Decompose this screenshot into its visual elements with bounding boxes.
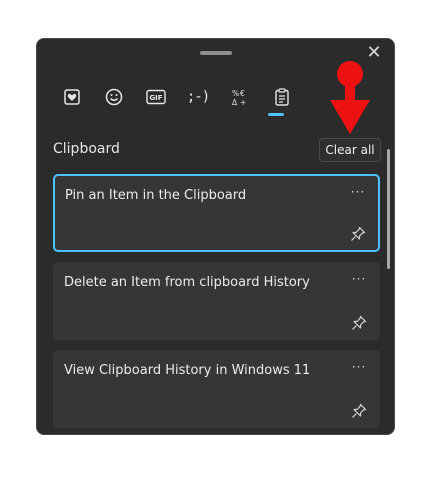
- pin-icon[interactable]: [351, 403, 367, 419]
- svg-text:€: €: [240, 89, 245, 98]
- scrollbar-thumb[interactable]: [387, 149, 390, 269]
- tab-kaomoji[interactable]: ;-): [183, 83, 213, 111]
- clipboard-item-text: Delete an Item from clipboard History: [64, 275, 310, 290]
- svg-text:%: %: [232, 89, 239, 98]
- heart-note-icon: [64, 89, 80, 105]
- pin-icon[interactable]: [351, 315, 367, 331]
- tab-gif[interactable]: GIF: [141, 83, 171, 111]
- clipboard-item[interactable]: Pin an Item in the Clipboard ···: [53, 174, 380, 252]
- red-arrow-annotation-icon: [330, 61, 370, 134]
- clear-all-button[interactable]: Clear all: [319, 138, 381, 162]
- more-options-button[interactable]: ···: [349, 357, 369, 377]
- clipboard-icon: [275, 88, 289, 106]
- more-options-button[interactable]: ···: [348, 182, 368, 202]
- svg-text:GIF: GIF: [149, 94, 162, 102]
- svg-text:Δ: Δ: [232, 98, 238, 106]
- section-title: Clipboard: [53, 141, 120, 157]
- active-tab-indicator: [268, 113, 284, 116]
- smiley-icon: [105, 88, 123, 106]
- tab-symbols[interactable]: % € Δ +: [225, 83, 255, 111]
- tab-clipboard[interactable]: [267, 83, 297, 111]
- clipboard-item[interactable]: Delete an Item from clipboard History ··…: [53, 262, 380, 340]
- clipboard-item-text: Pin an Item in the Clipboard: [65, 188, 247, 203]
- clipboard-item[interactable]: View Clipboard History in Windows 11 ···: [53, 350, 380, 428]
- svg-text:+: +: [240, 98, 246, 106]
- close-button[interactable]: ✕: [366, 44, 382, 62]
- clipboard-item-text: View Clipboard History in Windows 11: [64, 363, 311, 378]
- gif-icon: GIF: [146, 89, 166, 105]
- tab-emoji[interactable]: [99, 83, 129, 111]
- tab-favorites[interactable]: [57, 83, 87, 111]
- pin-icon[interactable]: [350, 226, 366, 242]
- symbols-icon: % € Δ +: [232, 89, 246, 106]
- scrollbar[interactable]: [387, 149, 390, 279]
- drag-handle[interactable]: [200, 51, 232, 55]
- more-options-button[interactable]: ···: [349, 269, 369, 289]
